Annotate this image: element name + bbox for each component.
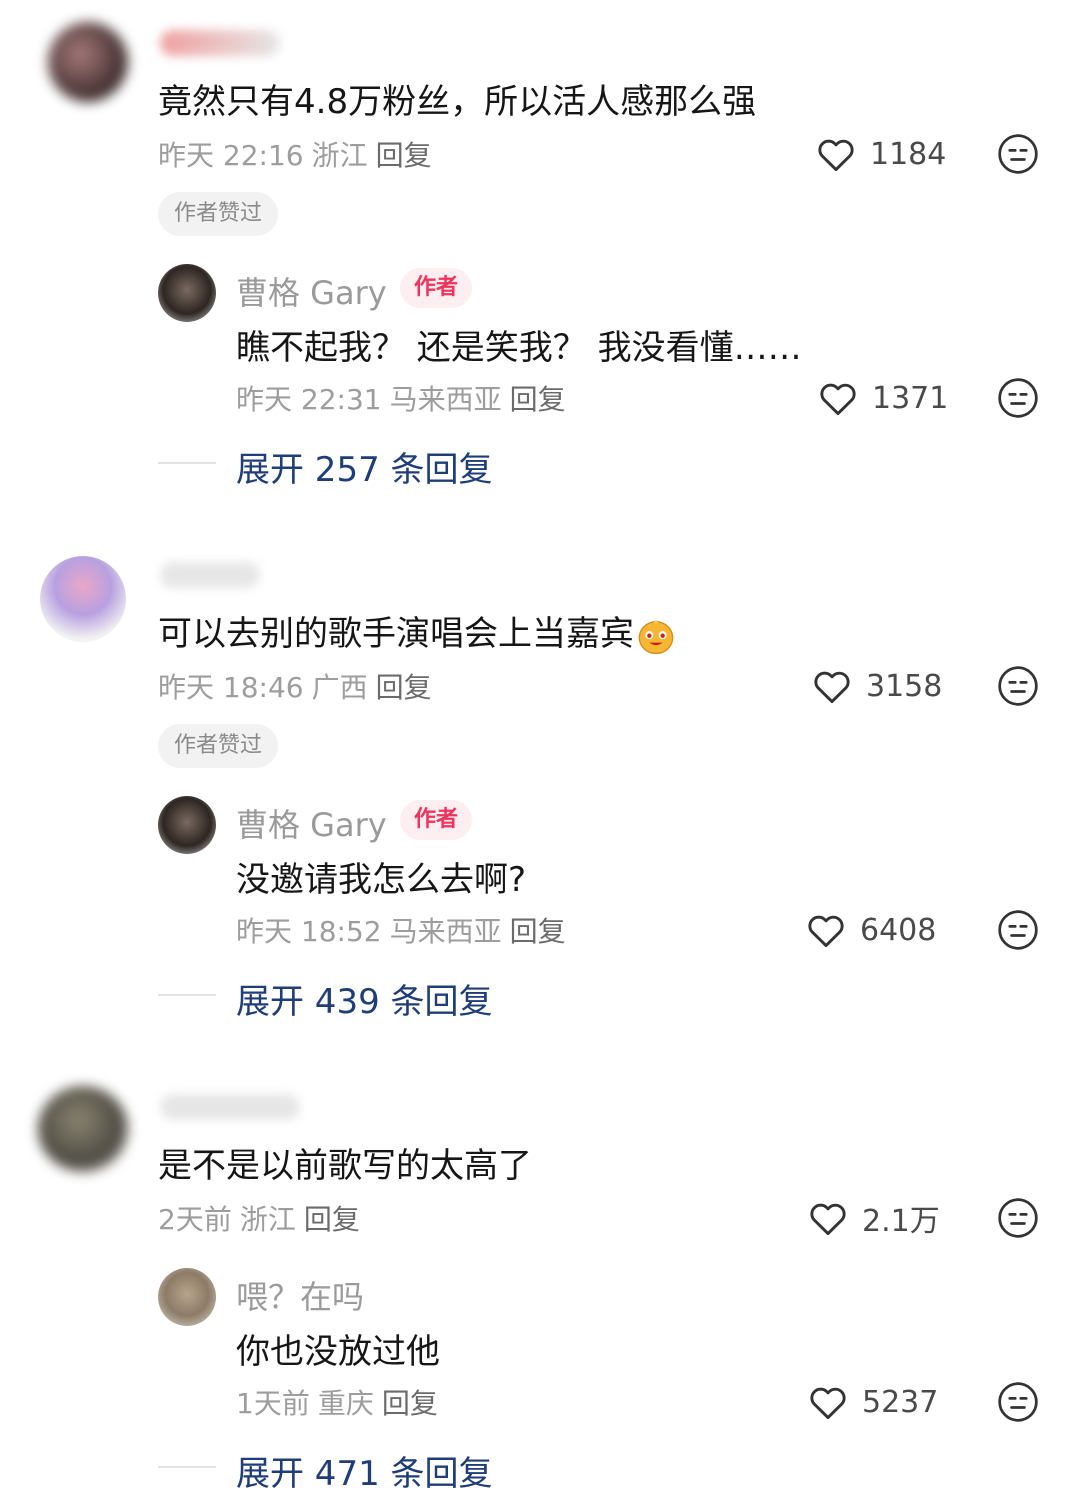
comment-time: 2天前: [158, 1203, 232, 1236]
expand-replies-link[interactable]: 展开 471 条回复: [236, 1446, 493, 1495]
heart-outline-icon: [814, 671, 850, 704]
like-button[interactable]: 3158: [810, 664, 942, 708]
heart-outline-icon: [810, 1203, 846, 1236]
comment-meta: 2天前 浙江 回复: [158, 1198, 360, 1238]
comment-location: 浙江: [311, 139, 368, 172]
comment-time: 昨天 18:46: [158, 671, 304, 704]
comment-location: 广西: [311, 671, 368, 704]
reply-text: 没邀请我怎么去啊?: [236, 860, 527, 900]
comment-meta: 昨天 22:16 浙江 回复: [158, 134, 432, 174]
like-button[interactable]: 1371: [816, 376, 948, 420]
expand-replies-link[interactable]: 展开 439 条回复: [236, 974, 493, 1023]
commenter-avatar[interactable]: [38, 1086, 128, 1172]
reply-text: 你也没放过他: [236, 1332, 440, 1372]
neutral-face-icon[interactable]: [996, 908, 1040, 952]
reply-avatar[interactable]: [158, 1268, 216, 1326]
expand-replies-link[interactable]: 展开 257 条回复: [236, 442, 493, 491]
like-count: 1371: [872, 380, 949, 416]
reply-button[interactable]: 回复: [510, 383, 566, 416]
reply-author-name[interactable]: 喂？在吗: [236, 1272, 364, 1318]
reply-time: 昨天 18:52: [236, 915, 382, 948]
author-tag: 作者: [400, 800, 473, 840]
reply-time: 昨天 22:31: [236, 383, 382, 416]
commenter-avatar[interactable]: [48, 22, 128, 102]
comment-text: 是不是以前歌写的太高了: [158, 1146, 532, 1186]
reply-location: 马来西亚: [389, 915, 502, 948]
like-button[interactable]: 2.1万: [806, 1196, 940, 1240]
reply-time: 1天前: [236, 1387, 310, 1420]
expand-divider: [158, 462, 216, 464]
reply-meta: 昨天 18:52 马来西亚 回复: [236, 910, 566, 950]
smiling-emoji-icon: [638, 619, 674, 654]
like-count: 1184: [870, 136, 947, 172]
commenter-name-blurred[interactable]: [160, 1094, 300, 1120]
comment-text: 竟然只有4.8万粉丝，所以活人感那么强: [158, 82, 757, 122]
author-liked-badge: 作者赞过: [158, 724, 279, 768]
heart-outline-icon: [820, 383, 856, 416]
like-count: 5237: [862, 1384, 939, 1420]
comment-text: 可以去别的歌手演唱会上当嘉宾: [158, 606, 676, 656]
author-avatar[interactable]: [158, 796, 216, 854]
like-button[interactable]: 5237: [806, 1380, 938, 1424]
reply-button[interactable]: 回复: [510, 915, 566, 948]
like-button[interactable]: 6408: [804, 908, 936, 952]
heart-outline-icon: [808, 915, 844, 948]
neutral-face-icon[interactable]: [996, 664, 1040, 708]
like-count: 6408: [860, 912, 937, 948]
reply-meta: 1天前 重庆 回复: [236, 1382, 438, 1422]
like-count: 2.1万: [862, 1204, 940, 1239]
reply-button[interactable]: 回复: [382, 1387, 438, 1420]
reply-author-name[interactable]: 曹格 Gary: [236, 800, 387, 846]
comment-meta: 昨天 18:46 广西 回复: [158, 666, 432, 706]
reply-text: 瞧不起我？ 还是笑我？ 我没看懂……: [236, 328, 802, 368]
author-liked-badge: 作者赞过: [158, 192, 279, 236]
neutral-face-icon[interactable]: [996, 1380, 1040, 1424]
commenter-avatar[interactable]: [40, 556, 126, 642]
neutral-face-icon[interactable]: [996, 376, 1040, 420]
author-tag: 作者: [400, 268, 473, 308]
like-count: 3158: [866, 668, 943, 704]
reply-button[interactable]: 回复: [376, 671, 432, 704]
reply-location: 重庆: [317, 1387, 374, 1420]
comment-text-body: 可以去别的歌手演唱会上当嘉宾: [158, 614, 634, 654]
expand-divider: [158, 994, 216, 996]
neutral-face-icon[interactable]: [996, 1196, 1040, 1240]
reply-meta: 昨天 22:31 马来西亚 回复: [236, 378, 566, 418]
like-button[interactable]: 1184: [814, 132, 946, 176]
comment-time: 昨天 22:16: [158, 139, 304, 172]
commenter-name-blurred[interactable]: [160, 30, 280, 56]
neutral-face-icon[interactable]: [996, 132, 1040, 176]
heart-outline-icon: [818, 139, 854, 172]
commenter-name-blurred[interactable]: [160, 562, 260, 588]
comment-location: 浙江: [239, 1203, 296, 1236]
reply-button[interactable]: 回复: [304, 1203, 360, 1236]
heart-outline-icon: [810, 1387, 846, 1420]
reply-author-name[interactable]: 曹格 Gary: [236, 268, 387, 314]
author-avatar[interactable]: [158, 264, 216, 322]
reply-location: 马来西亚: [389, 383, 502, 416]
expand-divider: [158, 1466, 216, 1468]
reply-button[interactable]: 回复: [376, 139, 432, 172]
